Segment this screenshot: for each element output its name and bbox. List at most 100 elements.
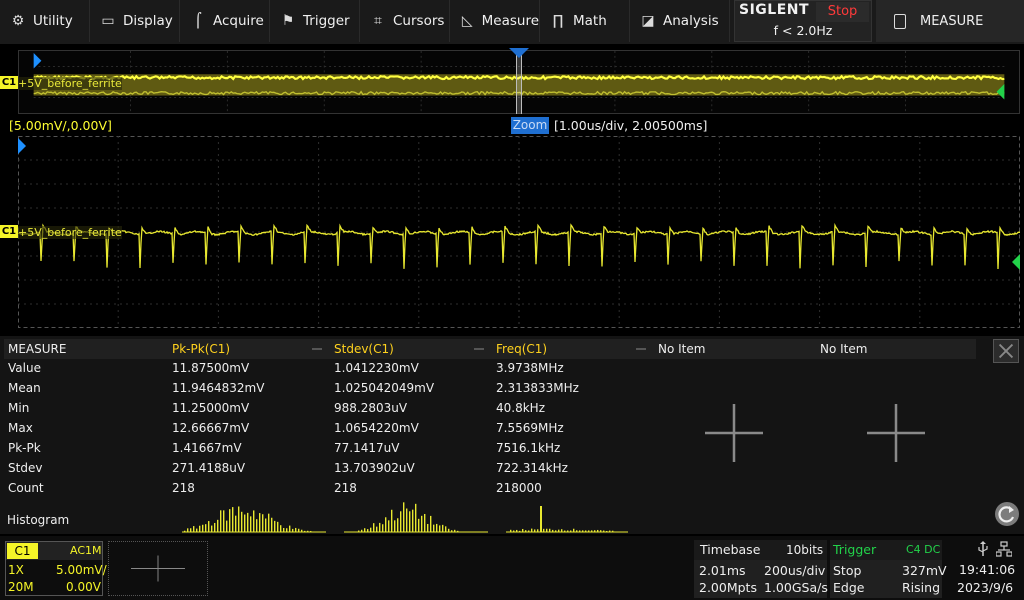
menu-label: Acquire [213, 13, 264, 29]
timebase-panel[interactable]: Timebase 10bits 2.01ms 200us/div 2.00Mpt… [694, 540, 828, 598]
measure-value: 1.0412230mV [334, 361, 419, 375]
histogram-label: Histogram [7, 513, 70, 527]
measure-panel-tab[interactable]: MEASURE [876, 0, 1024, 42]
trigger-flag-icon: ⚑ [281, 13, 295, 29]
measure-value: 40.8kHz [496, 401, 545, 415]
measure-value: 1.0654220mV [334, 421, 419, 435]
probe-ratio: 1X [8, 563, 24, 577]
measure-stat-label: Stdev [8, 461, 43, 475]
measure-value: 13.703902uV [334, 461, 415, 475]
channel-1-settings[interactable]: C1 AC1M 1X 5.00mV/ 20M 0.00V [5, 541, 107, 596]
menu-label: Cursors [393, 13, 445, 29]
menu-label: Measure [481, 13, 539, 29]
measure-value: 11.25000mV [172, 401, 250, 415]
measure-header-freq[interactable]: Freq(C1) [492, 339, 547, 359]
channel-name: C1 [7, 543, 38, 559]
measure-value: 77.1417uV [334, 441, 400, 455]
measure-stat-label: Mean [8, 381, 41, 395]
measure-header-noitem-2[interactable]: No Item [816, 339, 867, 359]
clock-time: 19:41:06 [959, 562, 1016, 577]
measure-stat-label: Value [8, 361, 41, 375]
trigger-panel[interactable]: Trigger C4 DC Stop 327mV Edge Rising [830, 540, 947, 598]
add-measure-button-2[interactable] [867, 404, 925, 462]
measure-stat-label: Max [8, 421, 33, 435]
sample-rate: 1.00GSa/s [764, 580, 828, 595]
trigger-level: 327mV [902, 563, 947, 578]
add-measure-button-1[interactable] [705, 404, 763, 462]
utility-icon: ⚙ [11, 13, 25, 29]
measure-value: 7516.1kHz [496, 441, 561, 455]
menu-label: Math [573, 13, 607, 29]
menu-utility[interactable]: ⚙ Utility [0, 0, 90, 42]
run-status-panel[interactable]: SIGLENT Stop f < 2.0Hz [734, 0, 872, 42]
left-offset-marker-main [18, 138, 26, 154]
measure-value: 1.41667mV [172, 441, 242, 455]
measure-value: 11.9464832mV [172, 381, 265, 395]
zoom-timebase-info: [1.00us/div, 2.00500ms] [554, 118, 708, 133]
menu-label: Trigger [303, 13, 350, 29]
measure-header-title: MEASURE [8, 342, 67, 356]
timebase-title: Timebase [700, 542, 761, 557]
channel-tag-overview: C1 [0, 76, 18, 89]
trigger-position-marker[interactable] [509, 48, 529, 58]
measure-row: Max 12.66667mV 1.0654220mV 7.5569MHz [4, 418, 652, 438]
zoom-waveform-grid[interactable] [18, 136, 1020, 328]
measure-row: Count 218 218 218000 [4, 478, 652, 498]
measure-icon: ◺ [461, 13, 473, 29]
channel-label-overview: +5V_before_ferrite [18, 77, 122, 90]
channel-coupling: AC1M [70, 544, 102, 557]
menu-analysis[interactable]: ◪ Analysis [630, 0, 730, 42]
trigger-title: Trigger [833, 542, 877, 557]
measure-row: Value 11.87500mV 1.0412230mV 3.9738MHz [4, 358, 652, 378]
menu-measure[interactable]: ◺ Measure [450, 0, 540, 42]
display-icon: ▭ [101, 13, 115, 29]
empty-channel-slot[interactable] [108, 541, 208, 596]
menu-label: Analysis [663, 13, 719, 29]
measure-row: Mean 11.9464832mV 1.025042049mV 2.313833MHz [4, 378, 652, 398]
measure-value: 218 [334, 481, 357, 495]
analysis-icon: ◪ [641, 13, 655, 29]
measure-value: 271.4188uV [172, 461, 246, 475]
usb-icon [978, 541, 988, 556]
measure-tab-label: MEASURE [920, 13, 984, 29]
measure-row: Min 11.25000mV 988.2803uV 40.8kHz [4, 398, 652, 418]
measure-header-noitem-1[interactable]: No Item [654, 339, 705, 359]
menu-display[interactable]: ▭ Display [90, 0, 180, 42]
measure-stat-label: Count [8, 481, 44, 495]
measure-value: 7.5569MHz [496, 421, 564, 435]
trigger-frequency: f < 2.0Hz [773, 23, 833, 38]
menu-label: Utility [33, 13, 73, 29]
measure-value: 3.9738MHz [496, 361, 564, 375]
measure-header-stdev[interactable]: Stdev(C1) [330, 339, 394, 359]
document-icon [894, 13, 906, 29]
brand-logo: SIGLENT [739, 2, 810, 18]
trigger-mode: Stop [833, 563, 862, 578]
trigger-type: Edge [833, 580, 865, 595]
adc-bits: 10bits [786, 543, 824, 557]
measure-value: 11.87500mV [172, 361, 250, 375]
trigger-source: C4 DC [906, 543, 941, 556]
measure-row: Pk-Pk 1.41667mV 77.1417uV 7516.1kHz [4, 438, 652, 458]
measure-value: 2.313833MHz [496, 381, 579, 395]
zoom-badge[interactable]: Zoom [511, 117, 549, 134]
bandwidth-limit: 20M [8, 580, 34, 594]
measure-row: Stdev 271.4188uV 13.703902uV 722.314kHz [4, 458, 652, 478]
measure-value: 988.2803uV [334, 401, 408, 415]
clock-date: 2023/9/6 [957, 580, 1014, 595]
channel-tag-main: C1 [0, 225, 18, 238]
histograms [182, 502, 628, 533]
timebase-scale: 200us/div [764, 563, 826, 578]
network-icon [996, 541, 1012, 557]
run-stop-indicator[interactable]: Stop [816, 2, 869, 22]
measure-table-header: MEASURE Pk-Pk(C1) Stdev(C1) Freq(C1) No … [4, 339, 976, 359]
menu-cursors[interactable]: ⌗ Cursors [360, 0, 450, 42]
zoom-window-indicator[interactable] [516, 50, 522, 114]
close-measure-button[interactable] [993, 339, 1019, 363]
reset-statistics-icon[interactable] [995, 502, 1019, 526]
menu-math[interactable]: ∏ Math [540, 0, 630, 42]
menu-acquire[interactable]: ⌠ Acquire [180, 0, 270, 42]
menu-trigger[interactable]: ⚑ Trigger [270, 0, 360, 42]
channel-label-main: +5V_before_ferrite [18, 226, 122, 239]
measure-header-pkpk[interactable]: Pk-Pk(C1) [168, 339, 230, 359]
menu-label: Display [123, 13, 173, 29]
